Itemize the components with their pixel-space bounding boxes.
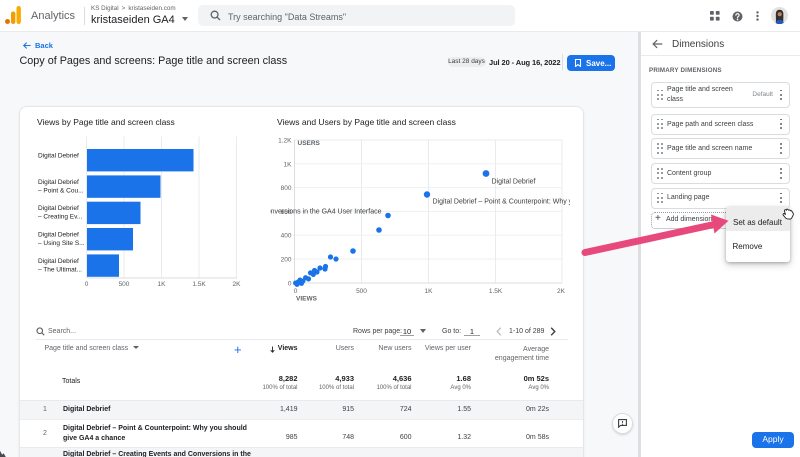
svg-text:500: 500 (119, 281, 130, 288)
svg-text:– Point & Cou...: – Point & Cou... (38, 187, 84, 194)
svg-text:– Using Site S...: – Using Site S... (38, 240, 85, 247)
svg-text:Digital Debrief: Digital Debrief (38, 205, 79, 212)
svg-text:200: 200 (281, 257, 292, 264)
svg-text:1K: 1K (158, 281, 167, 288)
svg-text:2K: 2K (557, 288, 566, 295)
svg-text:Digital Debrief – Point & Coun: Digital Debrief – Point & Counterpoint: … (433, 199, 571, 206)
svg-text:1K: 1K (425, 288, 434, 295)
svg-text:0: 0 (85, 281, 89, 288)
svg-text:– The Ultimat...: – The Ultimat... (38, 266, 82, 273)
svg-text:Digital Debrief: Digital Debrief (38, 153, 79, 160)
svg-text:400: 400 (281, 233, 292, 240)
svg-text:800: 800 (281, 185, 292, 192)
svg-text:Digital Debrief: Digital Debrief (38, 179, 79, 186)
svg-text:500: 500 (356, 288, 367, 295)
svg-text:1.5K: 1.5K (489, 288, 503, 295)
svg-text:Digital Debrief: Digital Debrief (492, 179, 536, 186)
svg-text:0: 0 (294, 288, 298, 295)
svg-text:2K: 2K (233, 281, 242, 288)
svg-text:VIEWS: VIEWS (296, 296, 318, 303)
svg-text:1.5K: 1.5K (192, 281, 206, 288)
svg-text:Digital Debrief: Digital Debrief (38, 258, 79, 265)
svg-text:1K: 1K (284, 161, 293, 168)
svg-text:Digital Debrief: Digital Debrief (38, 232, 79, 239)
svg-text:– Creating Ev...: – Creating Ev... (38, 214, 83, 221)
svg-text:onversions in the GA4 User Int: onversions in the GA4 User Interface (270, 209, 382, 216)
svg-text:1.2K: 1.2K (278, 138, 292, 145)
svg-text:0: 0 (288, 281, 292, 288)
svg-text:USERS: USERS (298, 140, 321, 147)
